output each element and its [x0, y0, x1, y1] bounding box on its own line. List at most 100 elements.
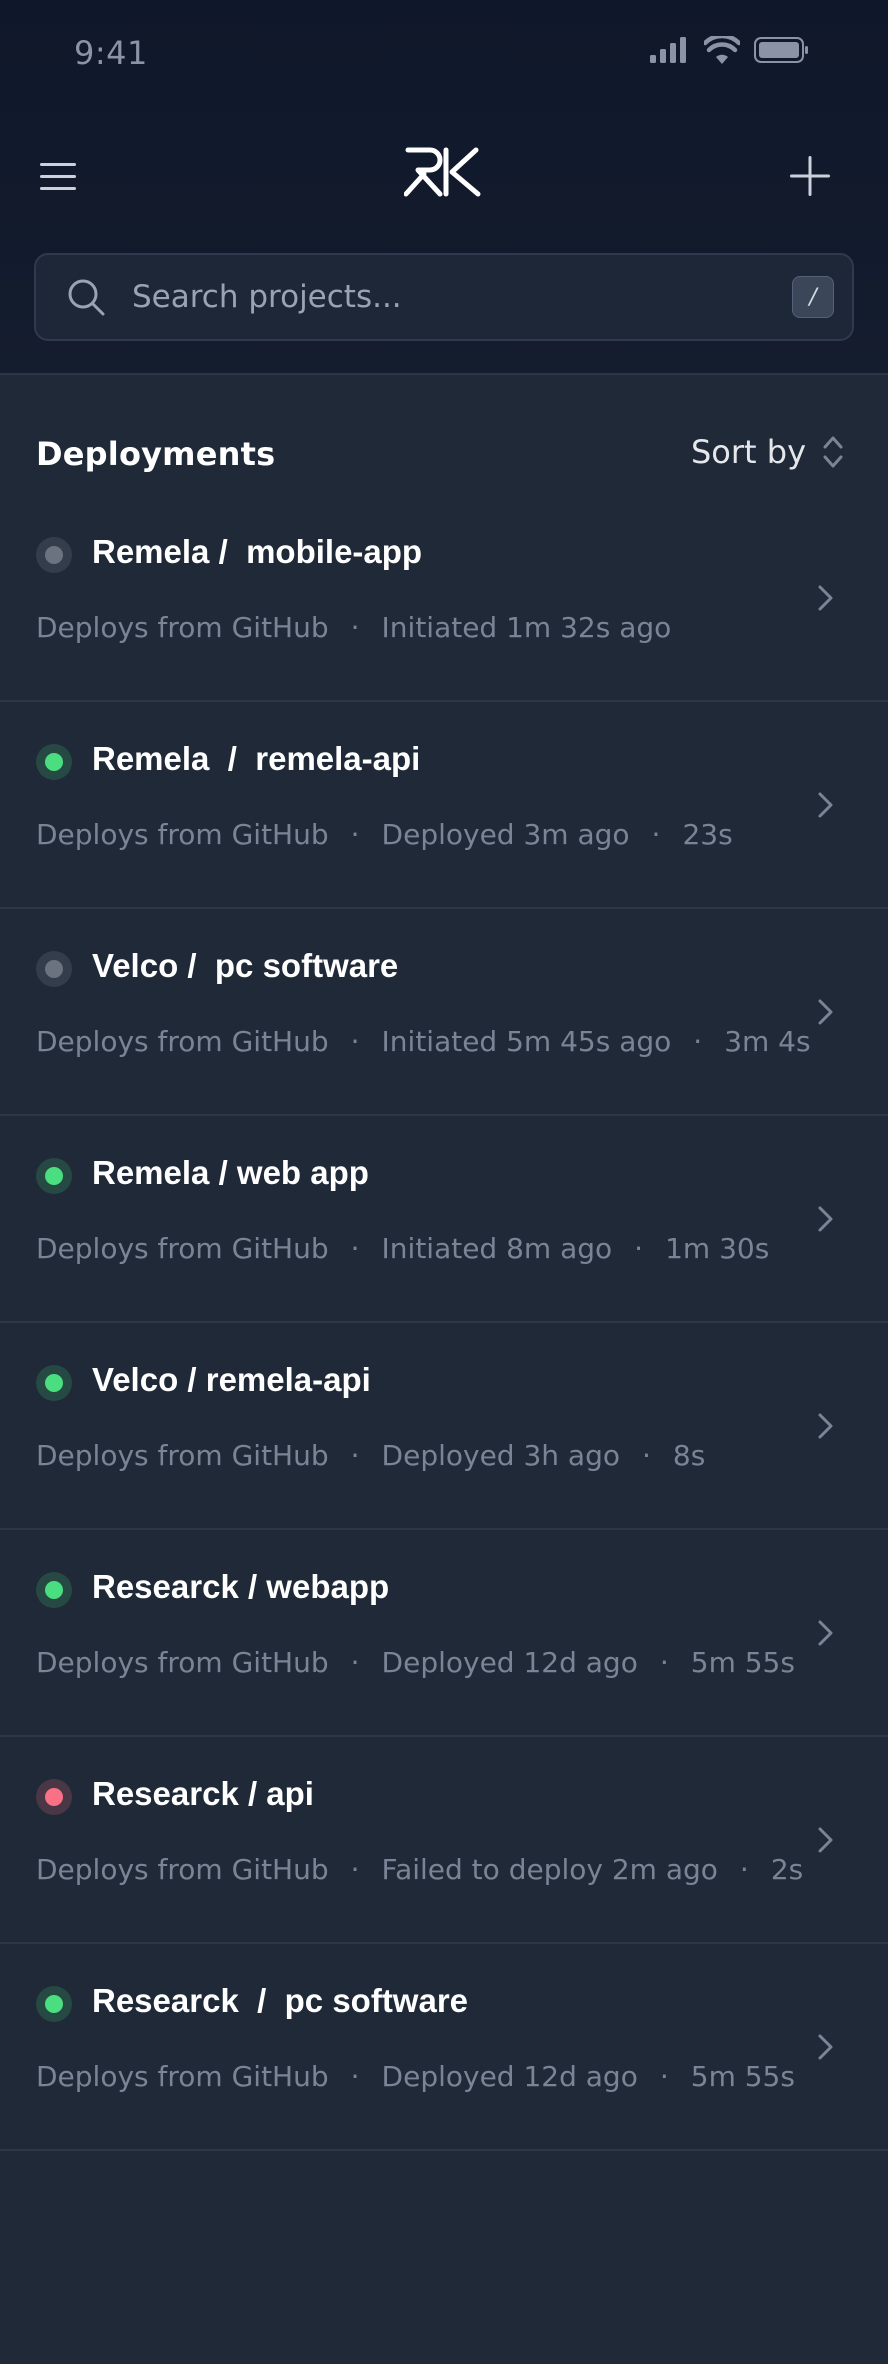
search-bar[interactable]: / [34, 253, 854, 341]
status-dot [45, 1995, 63, 2013]
deployment-title: Velco / pc software [92, 947, 399, 984]
deployment-title: Researck / api [92, 1775, 314, 1812]
status-dot [45, 753, 63, 771]
status-icons [650, 36, 810, 64]
deployment-row[interactable]: Remela / web app Deploys from GitHub · Init… [0, 1116, 888, 1323]
deployment-title: Researck / pc software [92, 1982, 469, 2019]
deployment-event: Deployed 12d ago [381, 1646, 638, 1679]
deployment-event: Initiated 8m ago [381, 1232, 613, 1265]
deployment-row[interactable]: Velco / pc software Deploys from GitHub · I… [0, 909, 888, 1116]
chevron-right-icon [818, 1827, 833, 1853]
deployment-event: Deployed 3m ago [381, 818, 630, 851]
status-time: 9:41 [74, 34, 148, 72]
deployment-meta: Deploys from GitHub · Deployed 3m ago · 23s [36, 818, 733, 851]
meta-separator: · [642, 1439, 651, 1472]
status-indicator [36, 1986, 72, 2022]
status-indicator [36, 744, 72, 780]
deployment-source: Deploys from GitHub [36, 1025, 329, 1058]
status-indicator [36, 1779, 72, 1815]
deployment-source: Deploys from GitHub [36, 1232, 329, 1265]
meta-separator: · [651, 818, 661, 851]
status-dot [45, 1374, 63, 1392]
status-dot [45, 960, 63, 978]
app-header: 9:41 Search projects... / [0, 0, 888, 375]
search-input[interactable] [132, 279, 792, 315]
wifi-icon [704, 36, 740, 64]
deployment-source: Deploys from GitHub [36, 1646, 329, 1679]
deployment-duration: 5m 55s [690, 2060, 795, 2093]
deployment-duration: 1m 30s [665, 1232, 770, 1265]
plus-icon[interactable] [790, 156, 830, 196]
deployment-source: Deploys from GitHub [36, 1439, 329, 1472]
chevron-right-icon [818, 1206, 833, 1232]
deployment-meta: Deploys from GitHub · Deployed 3h ago · 8s [36, 1439, 705, 1472]
meta-separator: · [350, 1853, 360, 1886]
deployment-duration: 2s [770, 1853, 804, 1886]
meta-separator: · [693, 1025, 703, 1058]
deployment-row[interactable]: Remela / mobile-app Deploys from GitHub · I… [0, 495, 888, 702]
deployment-duration: 23s [682, 818, 733, 851]
deployment-event: Failed to deploy 2m ago [381, 1853, 718, 1886]
deployment-title: Velco / remela-api [92, 1361, 371, 1398]
deployment-duration: 8s [672, 1439, 706, 1472]
deployment-row[interactable]: Remela / remela-api Deploys from GitHub · D… [0, 702, 888, 909]
deployment-title: Researck / webapp [92, 1568, 390, 1605]
chevron-right-icon [818, 2034, 833, 2060]
shortcut-key-badge: / [792, 276, 834, 318]
meta-separator: · [350, 2060, 360, 2093]
deployment-source: Deploys from GitHub [36, 1853, 329, 1886]
deployment-row[interactable]: Researck / webapp Deploys from GitHub · Dep… [0, 1530, 888, 1737]
status-dot [45, 1788, 63, 1806]
deployment-title: Remela / mobile-app [92, 533, 423, 570]
deployment-meta: Deploys from GitHub · Failed to deploy 2m … [36, 1853, 803, 1886]
deployment-source: Deploys from GitHub [36, 611, 329, 644]
sort-by-button[interactable]: Sort by [691, 433, 844, 471]
chevron-right-icon [818, 1620, 833, 1646]
deployment-meta: Deploys from GitHub · Deployed 12d ago · 5m … [36, 1646, 795, 1679]
status-dot [45, 1167, 63, 1185]
deployment-event: Deployed 12d ago [381, 2060, 638, 2093]
chevron-right-icon [818, 1413, 833, 1439]
deployment-source: Deploys from GitHub [36, 2060, 329, 2093]
deployment-event: Initiated 1m 32s ago [381, 611, 672, 644]
status-indicator [36, 1572, 72, 1608]
meta-separator: · [350, 1025, 360, 1058]
search-icon [68, 279, 105, 316]
status-dot [45, 1581, 63, 1599]
deployment-source: Deploys from GitHub [36, 818, 329, 851]
status-indicator [36, 951, 72, 987]
deployment-meta: Deploys from GitHub · Initiated 1m 32s ago [36, 611, 671, 644]
deployment-row[interactable]: Velco / remela-api Deploys from GitHub · De… [0, 1323, 888, 1530]
chevron-right-icon [818, 585, 833, 611]
status-indicator [36, 537, 72, 573]
deployment-meta: Deploys from GitHub · Initiated 5m 45s ago… [36, 1025, 811, 1058]
meta-separator: · [350, 611, 360, 644]
status-indicator [36, 1158, 72, 1194]
meta-separator: · [350, 818, 360, 851]
deployment-event: Deployed 3h ago [381, 1439, 620, 1472]
meta-separator: · [350, 1646, 360, 1679]
deployment-title: Remela / web app [92, 1154, 369, 1191]
status-indicator [36, 1365, 72, 1401]
deployment-duration: 5m 55s [690, 1646, 795, 1679]
meta-separator: · [350, 1439, 360, 1472]
section-title: Deployments [36, 435, 276, 473]
deployment-title: Remela / remela-api [92, 740, 421, 777]
deployment-row[interactable]: Researck / api Deploys from GitHub · Failed… [0, 1737, 888, 1944]
hamburger-menu-icon[interactable] [40, 160, 80, 194]
deployment-meta: Deploys from GitHub · Initiated 8m ago · 1m … [36, 1232, 769, 1265]
deployments-header: Deployments Sort by [0, 375, 888, 495]
deployment-row[interactable]: Researck / pc software Deploys from GitHu… [0, 1944, 888, 2151]
status-dot [45, 546, 63, 564]
chevron-right-icon [818, 999, 833, 1025]
deployment-event: Initiated 5m 45s ago [381, 1025, 672, 1058]
chevron-right-icon [818, 792, 833, 818]
battery-icon [754, 37, 808, 63]
sort-chevrons-icon [823, 436, 843, 468]
meta-separator: · [634, 1232, 644, 1265]
deployment-duration: 3m 4s [724, 1025, 811, 1058]
sort-label: Sort by [690, 433, 806, 471]
meta-separator: · [659, 2060, 669, 2093]
rk-logo[interactable] [404, 146, 484, 198]
meta-separator: · [350, 1232, 360, 1265]
